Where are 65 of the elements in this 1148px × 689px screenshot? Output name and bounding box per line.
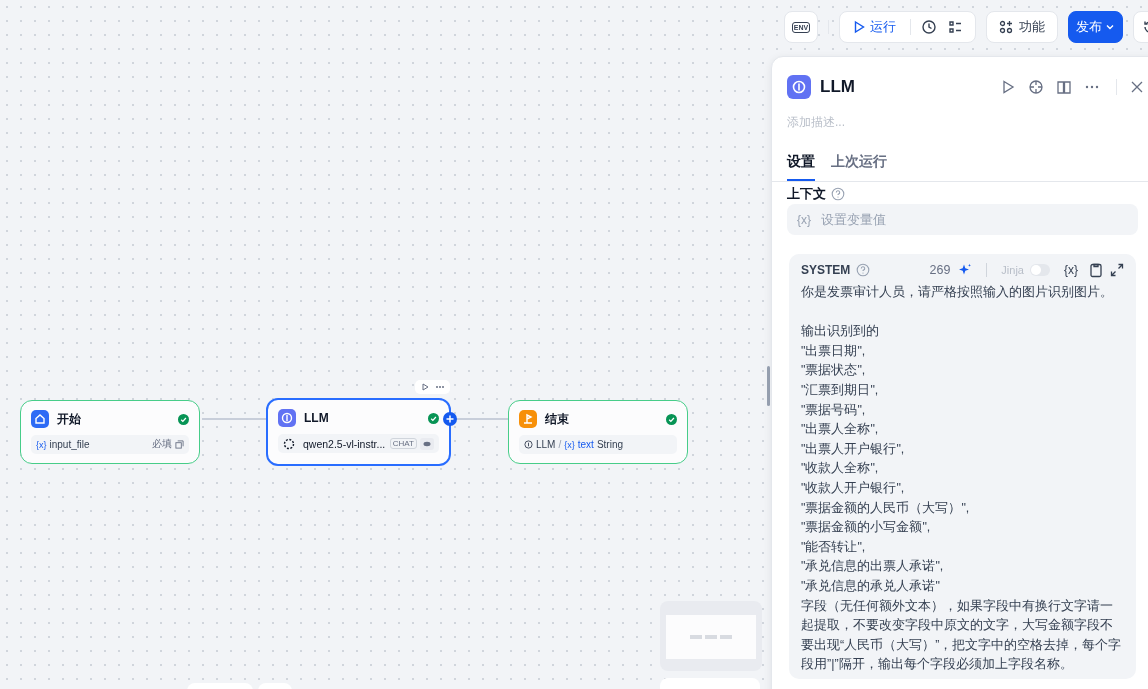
flag-icon — [519, 410, 537, 428]
play-icon[interactable] — [1000, 78, 1016, 95]
play-icon[interactable] — [420, 382, 430, 392]
context-label: 上下文 — [787, 184, 826, 203]
expand-icon[interactable] — [1110, 263, 1124, 277]
token-count: 269 — [929, 263, 951, 277]
history-run-icon[interactable] — [921, 19, 937, 35]
workflow-node[interactable]: 开始 {x} input_file 必填 — [20, 400, 200, 464]
workflow-node[interactable]: 结束 LLM / {x} text String — [508, 400, 688, 464]
prompt-line: 字段（无任何额外文本），如果字段中有换行文字请一起提取，不要改变字段中原文的文字，大写金额字段不要出现“人民币（大写）”，把文字中的空格去掉，每个字段用”|”隔开，输出每个字段必须加上字段名称。 — [801, 597, 1123, 674]
node-title: LLM — [304, 411, 330, 425]
crosshair-icon[interactable] — [1028, 78, 1044, 95]
check-icon — [666, 413, 677, 425]
jinja-label: Jinja — [1001, 264, 1024, 276]
prompt-line: "出票人开户银行", — [801, 440, 905, 458]
variable-name: text — [577, 439, 594, 450]
prompt-line: "汇票到期日", — [801, 381, 879, 399]
prompt-line: "出票人全称", — [801, 421, 879, 439]
prompt-line: "票据金额的人民币（大写）", — [801, 499, 970, 517]
variable-sign: {x} — [36, 439, 47, 450]
prompt-line: "收款人全称", — [801, 460, 879, 478]
eye-icon — [420, 437, 434, 450]
prompt-line: "承兑信息的承兑人承诺" — [801, 577, 940, 595]
prompt-line: "收款人开户银行", — [801, 479, 905, 497]
prompt-line: "出票日期", — [801, 342, 866, 360]
node-title: 结束 — [545, 410, 570, 428]
publish-button[interactable]: 发布 — [1068, 11, 1123, 43]
variable-type: String — [596, 439, 623, 450]
mode-tag: CHAT — [389, 438, 417, 449]
run-button[interactable]: 运行 — [848, 18, 900, 36]
panel-tab[interactable]: 设置 — [787, 153, 815, 181]
model-icon — [283, 437, 295, 450]
home-icon — [31, 410, 49, 428]
prompt-role: SYSTEM — [801, 263, 851, 277]
prompt-line: "票据金额的小写金额", — [801, 519, 931, 537]
model-name: qwen2.5-vl-instr... — [303, 437, 387, 450]
clipboard-icon[interactable] — [1088, 262, 1104, 278]
chevron-down-icon — [1105, 22, 1115, 32]
jinja-toggle[interactable] — [1030, 264, 1050, 276]
variable-name: input_file — [49, 439, 90, 450]
required-label: 必填 — [152, 438, 172, 451]
book-icon[interactable] — [1056, 78, 1072, 95]
prompt-line: 你是发票审计人员，请严格按照输入的图片识别图片。 — [801, 284, 1113, 301]
path-separator: / — [558, 439, 562, 450]
checklist-icon[interactable] — [947, 19, 963, 35]
prompt-line: "票据号码", — [801, 401, 866, 419]
features-button[interactable]: 功能 — [986, 11, 1058, 43]
play-icon — [852, 20, 866, 34]
prompt-line: "票据状态", — [801, 362, 866, 380]
copy-icon — [175, 440, 184, 449]
check-icon — [428, 412, 439, 424]
prompt-line: "承兑信息的出票人承诺", — [801, 558, 944, 576]
help-icon[interactable] — [831, 186, 845, 201]
panel-tab[interactable]: 上次运行 — [831, 153, 887, 181]
variable-sign: {x} — [564, 439, 575, 450]
add-node-icon[interactable] — [443, 412, 457, 426]
insert-variable-button[interactable]: {x} — [1064, 263, 1078, 277]
source-node-label: LLM — [536, 439, 556, 450]
node-title: 开始 — [57, 410, 82, 428]
grid-plus-icon — [999, 20, 1013, 34]
prompt-line: 输出识别到的 — [801, 323, 879, 341]
panel-title: LLM — [820, 76, 856, 97]
prompt-line: "能否转让", — [801, 538, 866, 556]
check-icon — [178, 413, 189, 425]
workflow-node[interactable]: LLM qwen2.5-vl-instr... CHAT — [266, 398, 451, 466]
